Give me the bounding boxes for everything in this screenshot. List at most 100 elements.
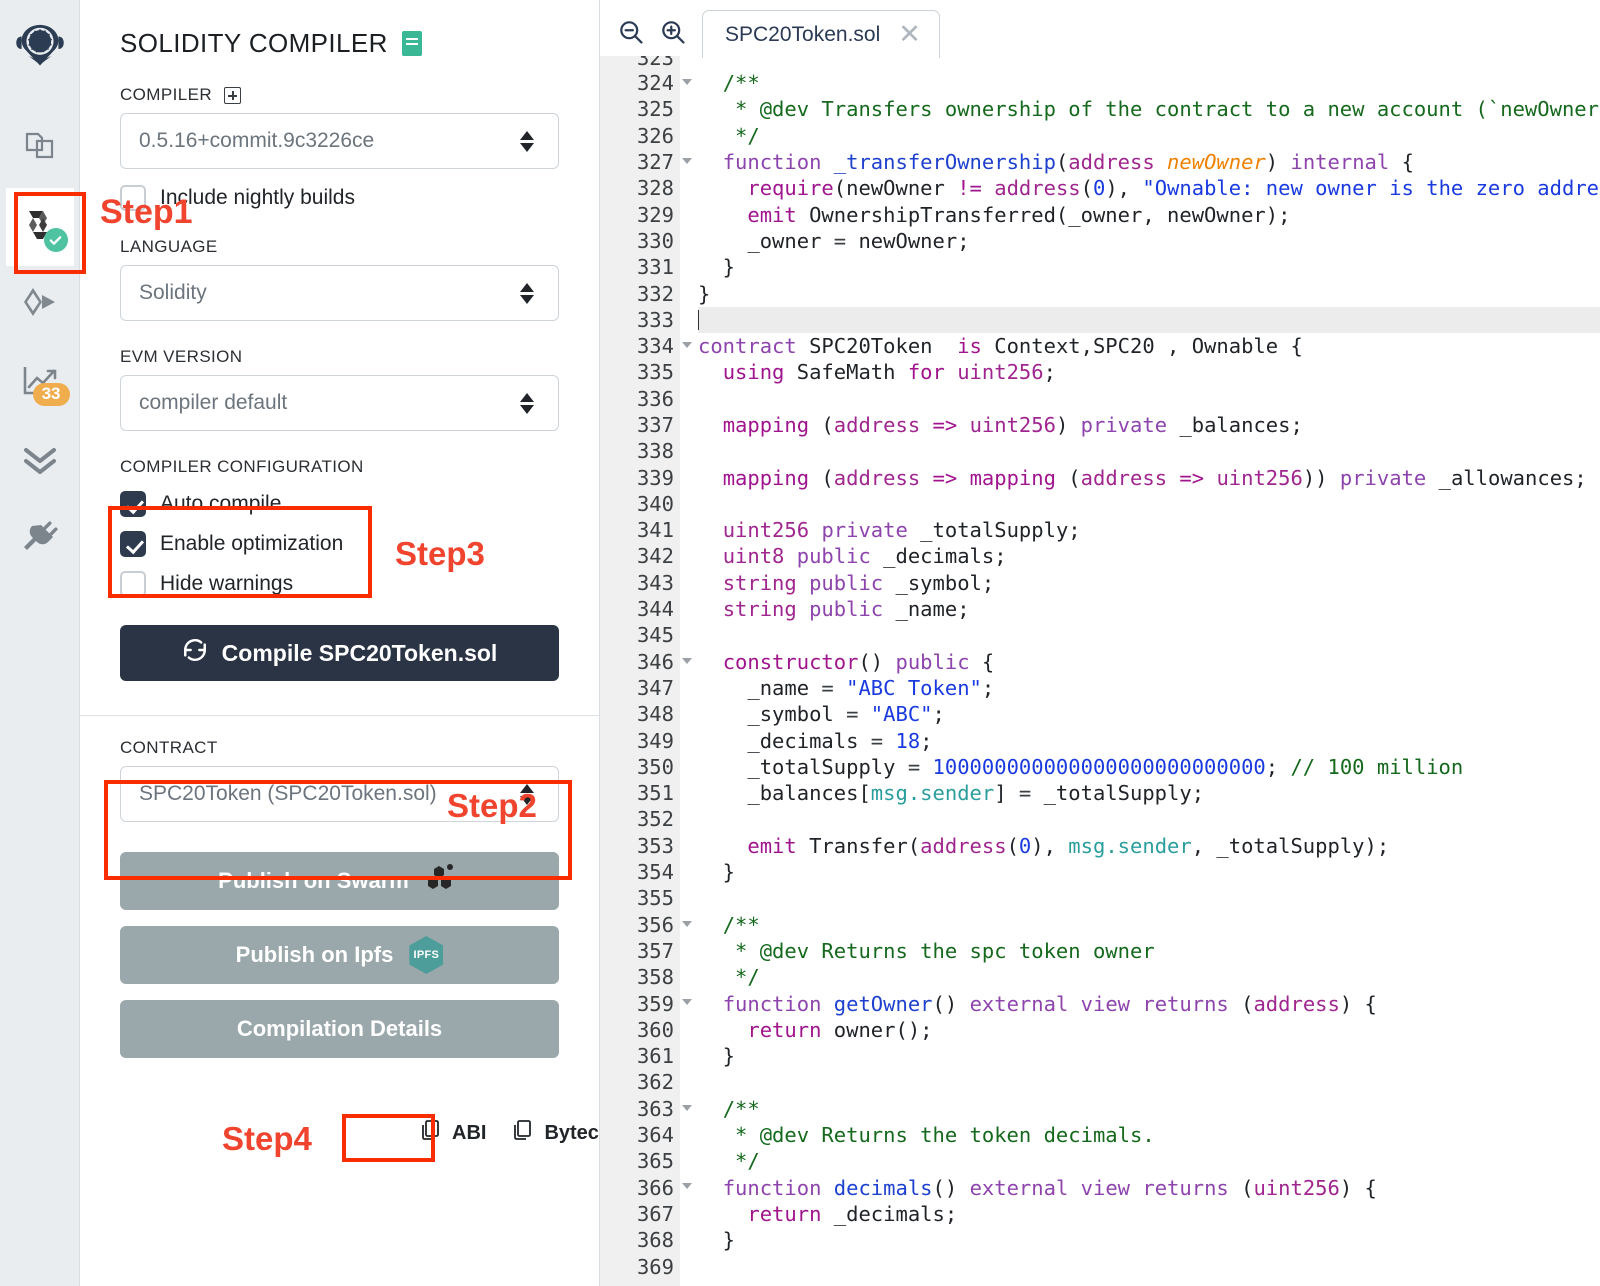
compilation-details-label: Compilation Details (236, 1016, 443, 1041)
auto-compile-row[interactable]: Auto compile (120, 491, 559, 517)
code-line[interactable]: contract SPC20Token is Context,SPC20 , O… (698, 333, 1600, 359)
code-line[interactable]: } (698, 254, 1600, 280)
code-line[interactable]: * @dev Returns the spc token owner (698, 938, 1600, 964)
code-line[interactable]: _totalSupply = 1000000000000000000000000… (698, 754, 1600, 780)
line-number: 330 (636, 228, 674, 253)
sidebar-item-plugin-manager[interactable] (6, 500, 74, 578)
line-number: 336 (636, 386, 674, 411)
code-line[interactable] (698, 438, 1600, 464)
sidebar-item-testing[interactable] (6, 422, 74, 500)
enable-optimization-row[interactable]: Enable optimization (120, 531, 559, 557)
contract-label-text: CONTRACT (120, 738, 218, 757)
compile-button[interactable]: Compile SPC20Token.sol (120, 625, 559, 681)
close-icon[interactable]: ✕ (898, 21, 921, 48)
auto-compile-checkbox[interactable] (120, 491, 146, 517)
code-line[interactable] (698, 622, 1600, 648)
zoom-in-icon[interactable] (652, 6, 694, 58)
code-line[interactable]: function decimals() external view return… (698, 1174, 1600, 1200)
ethereum-icon (19, 284, 61, 327)
code-line[interactable]: string public _name; (698, 596, 1600, 622)
compilation-details-button[interactable]: Compilation Details (120, 1000, 559, 1058)
code-line[interactable]: * @dev Transfers ownership of the contra… (698, 96, 1600, 122)
code-line[interactable]: _decimals = 18; (698, 727, 1600, 753)
evm-version-select[interactable]: compiler default (120, 375, 559, 431)
code-line[interactable]: /** (698, 70, 1600, 96)
line-number-gutter: 323 324 325 326 327 328 329 330 331 332 333 334 335 3… (600, 56, 692, 1286)
code-line[interactable]: */ (698, 964, 1600, 990)
code-line[interactable]: _balances[msg.sender] = _totalSupply; (698, 780, 1600, 806)
line-number: 353 (636, 833, 674, 858)
hide-warnings-row[interactable]: Hide warnings (120, 571, 559, 597)
code-line[interactable]: } (698, 1227, 1600, 1253)
copy-bytecode-button[interactable]: Bytecode (512, 1118, 599, 1148)
code-line[interactable]: mapping (address => uint256) private _ba… (698, 412, 1600, 438)
sidebar-item-file-explorers[interactable] (6, 110, 74, 188)
files-icon (20, 127, 60, 172)
copy-bytecode-label: Bytecode (544, 1121, 599, 1144)
code-line[interactable]: * @dev Returns the token decimals. (698, 1122, 1600, 1148)
publish-on-swarm-button[interactable]: Publish on Swarm (120, 852, 559, 910)
code-line[interactable] (698, 806, 1600, 832)
code-line[interactable]: /** (698, 912, 1600, 938)
code-line[interactable]: return _decimals; (698, 1201, 1600, 1227)
evm-version-label: EVM VERSION (120, 347, 559, 367)
code-line[interactable]: emit Transfer(address(0), msg.sender, _t… (698, 833, 1600, 859)
line-number: 352 (636, 807, 674, 832)
code-line[interactable] (698, 885, 1600, 911)
enable-optimization-checkbox[interactable] (120, 531, 146, 557)
publish-on-ipfs-button[interactable]: Publish on Ipfs IPFS (120, 926, 559, 984)
code-line[interactable]: uint8 public _decimals; (698, 543, 1600, 569)
code-line[interactable]: _owner = newOwner; (698, 228, 1600, 254)
page-title: SOLIDITY COMPILER (80, 0, 599, 59)
code-line[interactable]: } (698, 280, 1600, 306)
line-number: 365 (636, 1149, 674, 1174)
code-line[interactable]: } (698, 1043, 1600, 1069)
code-line[interactable] (698, 1069, 1600, 1095)
code-line[interactable]: require (newOwner != address(0), "Ownable… (698, 175, 1600, 201)
sidebar-item-deploy-run-transactions[interactable] (6, 266, 74, 344)
compiler-label-text: COMPILER (120, 85, 212, 104)
step4-label: Step4 (222, 1120, 312, 1157)
code-surface[interactable]: 323 324 325 326 327 328 329 330 331 332 333 334 335 3… (600, 56, 1600, 1286)
code-line[interactable]: */ (698, 1148, 1600, 1174)
code-line[interactable] (698, 491, 1600, 517)
code-lines[interactable]: /** * @dev Transfers ownership of the co… (680, 56, 1600, 1286)
copy-abi-label: ABI (452, 1121, 487, 1144)
code-editor: SPC20Token.sol ✕ 323 324 325 326 327 328 329 33… (600, 0, 1600, 1286)
code-line[interactable]: emit OwnershipTransferred(_owner, newOwn… (698, 201, 1600, 227)
compiler-configuration-label-text: COMPILER CONFIGURATION (120, 457, 364, 476)
code-line[interactable]: /** (698, 1096, 1600, 1122)
icon-rail: 33 (0, 0, 80, 1286)
line-number: 329 (636, 202, 674, 227)
line-number: 333 (636, 307, 674, 332)
ipfs-icon: IPFS (409, 936, 444, 974)
editor-tab-spc20token[interactable]: SPC20Token.sol ✕ (702, 10, 940, 58)
code-line[interactable] (698, 306, 1600, 333)
code-line[interactable]: string public _symbol; (698, 570, 1600, 596)
compiler-version-select[interactable]: 0.5.16+commit.9c3226ce (120, 113, 559, 169)
step1-label: Step1 (100, 193, 193, 231)
line-number: 361 (636, 1044, 674, 1069)
code-line[interactable]: _symbol = "ABC"; (698, 701, 1600, 727)
code-line[interactable]: mapping (address => mapping (address => … (698, 464, 1600, 490)
book-icon[interactable] (401, 31, 422, 56)
language-select[interactable]: Solidity (120, 265, 559, 321)
copy-icon (420, 1118, 442, 1148)
code-line[interactable] (698, 386, 1600, 412)
code-line[interactable]: uint256 private _totalSupply; (698, 517, 1600, 543)
code-line[interactable]: */ (698, 123, 1600, 149)
code-line[interactable]: _name = "ABC Token"; (698, 675, 1600, 701)
sidebar-item-solidity-compiler[interactable] (5, 188, 74, 266)
code-line[interactable]: function getOwner() external view return… (698, 990, 1600, 1016)
code-line[interactable] (698, 1253, 1600, 1279)
code-line[interactable]: return owner(); (698, 1017, 1600, 1043)
code-line[interactable]: } (698, 859, 1600, 885)
plus-box-icon[interactable] (224, 86, 241, 104)
code-line[interactable]: using SafeMath for uint256; (698, 359, 1600, 385)
hide-warnings-checkbox[interactable] (120, 571, 146, 597)
code-line[interactable]: function _transferOwnership(address newO… (698, 149, 1600, 175)
sidebar-item-analysis[interactable]: 33 (6, 344, 74, 422)
zoom-out-icon[interactable] (610, 6, 652, 58)
copy-abi-button[interactable]: ABI (420, 1118, 486, 1148)
code-line[interactable]: constructor() public { (698, 649, 1600, 675)
